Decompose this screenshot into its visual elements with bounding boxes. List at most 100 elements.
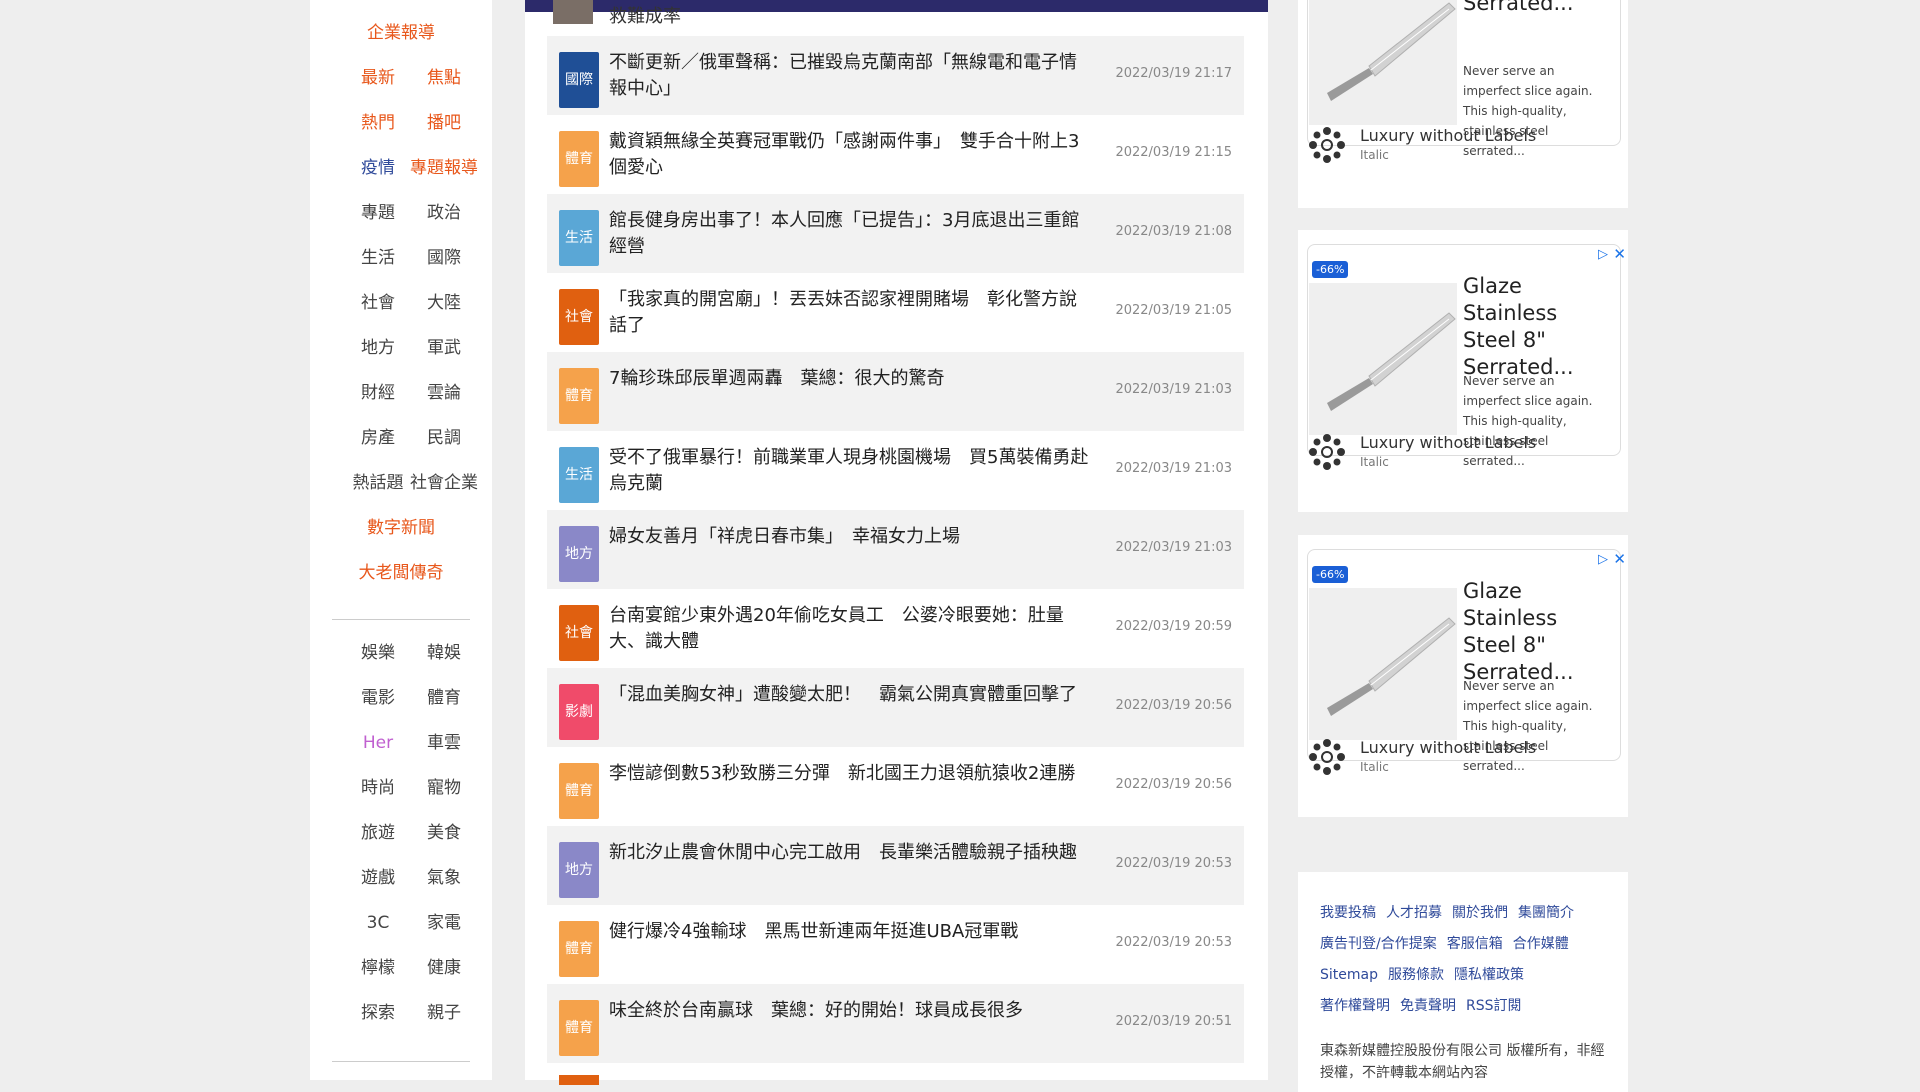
nav-link[interactable]: 氣象 — [406, 863, 482, 893]
nav-link[interactable]: 國際 — [406, 243, 482, 273]
news-row[interactable]: 生活 受不了俄軍暴行！前職業軍人現身桃園機場 買5萬裝備勇赴烏克蘭 2022/03/… — [547, 431, 1244, 510]
news-title-link[interactable]: 健行爆冷4強輸球 黑馬世新連兩年挺進UBA冠軍戰 — [609, 919, 1089, 945]
ad-title[interactable]: Glaze Stainless Steel 8" Serrated... — [1463, 578, 1613, 686]
news-row[interactable]: 體育 7輪珍珠邱辰單週兩轟 葉總：很大的驚奇 2022/03/19 21:03 — [547, 352, 1244, 431]
nav-link[interactable]: 寵物 — [406, 773, 482, 803]
nav-link[interactable]: 播吧 — [406, 108, 482, 138]
nav-link[interactable]: 專題報導 — [406, 153, 482, 183]
nav-link[interactable]: 遊戲 — [350, 863, 406, 893]
brand-logo[interactable] — [1307, 432, 1347, 472]
footer-link[interactable]: 集團簡介 — [1518, 898, 1574, 929]
nav-link[interactable]: 專題 — [350, 198, 406, 228]
ad-brand[interactable]: Luxury without Labels — [1360, 126, 1536, 145]
adchoices-icon[interactable]: ▷ — [1598, 247, 1608, 262]
category-badge[interactable]: 生活 — [559, 447, 599, 503]
nav-link[interactable]: 熱話題 — [350, 468, 406, 498]
news-title-link[interactable]: 婦女友善月「祥虎日春市集」 幸福女力上場 — [609, 524, 1089, 550]
news-row[interactable]: 體育 李愷諺倒數53秒致勝三分彈 新北國王力退領航猿收2連勝 2022/03/19 … — [547, 747, 1244, 826]
nav-link[interactable]: 電影 — [350, 683, 406, 713]
news-row[interactable]: 社會 「我家真的開宮廟」！丟丟妹否認家裡開賭場 彰化警方說話了 2022/03/19… — [547, 273, 1244, 352]
nav-link[interactable]: 大陸 — [406, 288, 482, 318]
nav-link[interactable]: 生活 — [350, 243, 406, 273]
footer-link[interactable]: RSS訂閱 — [1466, 991, 1522, 1022]
category-badge[interactable]: 社會 — [559, 605, 599, 661]
category-badge[interactable]: 體育 — [559, 368, 599, 424]
nav-link[interactable]: 軍武 — [406, 333, 482, 363]
news-title-link[interactable]: 受不了俄軍暴行！前職業軍人現身桃園機場 買5萬裝備勇赴烏克蘭 — [609, 445, 1089, 497]
nav-link[interactable]: 焦點 — [406, 63, 482, 93]
ad-card[interactable]: ▷ ✕ -66% Glaze Stainless Steel 8" Serrated.… — [1298, 535, 1628, 817]
news-title-link[interactable]: 「我家真的開宮廟」！丟丟妹否認家裡開賭場 彰化警方說話了 — [609, 287, 1089, 339]
nav-link[interactable]: 旅遊 — [350, 818, 406, 848]
nav-link[interactable]: 3C — [350, 908, 406, 938]
footer-link[interactable]: 我要投稿 — [1320, 898, 1376, 929]
ad-brand[interactable]: Luxury without Labels — [1360, 433, 1536, 452]
category-badge[interactable]: 體育 — [559, 763, 599, 819]
ad-title[interactable]: Steel 8" Serrated... — [1463, 0, 1613, 17]
footer-link[interactable]: 關於我們 — [1452, 898, 1508, 929]
nav-link[interactable]: 熱門 — [350, 108, 406, 138]
ad-card[interactable]: Steel 8" Serrated... Never serve an imper… — [1298, 0, 1628, 208]
nav-link[interactable]: 大老闆傳奇 — [310, 558, 492, 588]
brand-logo[interactable] — [1307, 737, 1347, 777]
news-title-link[interactable]: 館長健身房出事了！本人回應「已提告」：3月底退出三重館經營 — [609, 208, 1089, 260]
footer-link[interactable]: 人才招募 — [1386, 898, 1442, 929]
nav-link[interactable]: 最新 — [350, 63, 406, 93]
nav-link[interactable]: 政治 — [406, 198, 482, 228]
nav-link[interactable]: 體育 — [406, 683, 482, 713]
ad-creative[interactable]: Steel 8" Serrated... Never serve an imper… — [1307, 0, 1621, 158]
news-title-link[interactable]: 不斷更新／俄軍聲稱：已摧毀烏克蘭南部「無線電和電子情報中心」 — [609, 50, 1089, 102]
nav-link[interactable]: 企業報導 — [310, 18, 492, 48]
footer-link[interactable]: 免責聲明 — [1400, 991, 1456, 1022]
ad-title[interactable]: Glaze Stainless Steel 8" Serrated... — [1463, 273, 1613, 381]
nav-link[interactable]: 社會企業 — [406, 468, 482, 498]
nav-link[interactable]: 地方 — [350, 333, 406, 363]
ad-card[interactable]: ▷ ✕ -66% Glaze Stainless Steel 8" Serrated.… — [1298, 230, 1628, 512]
nav-link[interactable]: 家電 — [406, 908, 482, 938]
nav-link[interactable]: 房產 — [350, 423, 406, 453]
close-icon[interactable]: ✕ — [1613, 550, 1626, 568]
news-row[interactable]: 國際 不斷更新／俄軍聲稱：已摧毀烏克蘭南部「無線電和電子情報中心」 2022/03/… — [547, 36, 1244, 115]
category-badge[interactable]: 國際 — [559, 52, 599, 108]
category-badge[interactable]: 地方 — [559, 842, 599, 898]
ad-creative[interactable]: ▷ ✕ -66% Glaze Stainless Steel 8" Serrated.… — [1307, 549, 1626, 773]
nav-link[interactable]: 檸檬 — [350, 953, 406, 983]
nav-link[interactable]: 疫情 — [350, 153, 406, 183]
nav-link[interactable]: 雲論 — [406, 378, 482, 408]
news-row[interactable]: 社會 台南宴館少東外遇20年偷吃女員工 公婆冷眼要她：肚量大、識大體 2022/03… — [547, 589, 1244, 668]
news-row[interactable]: 地方 新北汐止農會休閒中心完工啟用 長輩樂活體驗親子插秧趣 2022/03/19 2… — [547, 826, 1244, 905]
footer-link[interactable]: 廣告刊登/合作提案 — [1320, 929, 1437, 960]
nav-link[interactable]: 親子 — [406, 998, 482, 1028]
close-icon[interactable]: ✕ — [1613, 245, 1626, 263]
footer-link[interactable]: 服務條款 — [1388, 960, 1444, 991]
footer-link[interactable]: Sitemap — [1320, 960, 1378, 991]
category-badge[interactable]: 生活 — [559, 210, 599, 266]
category-badge[interactable]: 體育 — [559, 921, 599, 977]
nav-link[interactable]: 車雲 — [406, 728, 482, 758]
ad-creative[interactable]: ▷ ✕ -66% Glaze Stainless Steel 8" Serrated.… — [1307, 244, 1626, 468]
category-badge[interactable]: 地方 — [559, 526, 599, 582]
product-image[interactable] — [1309, 0, 1457, 125]
category-badge[interactable]: 社會 — [559, 289, 599, 345]
nav-link[interactable]: Her — [350, 728, 406, 758]
news-title-partial[interactable]: 救難成率 — [609, 2, 681, 28]
news-row[interactable]: 體育 味全終於台南贏球 葉總：好的開始！球員成長很多 2022/03/19 20:5… — [547, 984, 1244, 1063]
nav-link[interactable]: 美食 — [406, 818, 482, 848]
footer-link[interactable]: 隱私權政策 — [1454, 960, 1524, 991]
news-row[interactable]: 體育 健行爆冷4強輸球 黑馬世新連兩年挺進UBA冠軍戰 2022/03/19 20:… — [547, 905, 1244, 984]
news-row[interactable]: 地方 婦女友善月「祥虎日春市集」 幸福女力上場 2022/03/19 21:03 — [547, 510, 1244, 589]
nav-link[interactable]: 民調 — [406, 423, 482, 453]
nav-link[interactable]: 財經 — [350, 378, 406, 408]
footer-link[interactable]: 客服信箱 — [1447, 929, 1503, 960]
nav-link[interactable]: 娛樂 — [350, 638, 406, 668]
nav-link[interactable]: 韓娛 — [406, 638, 482, 668]
news-title-link[interactable]: 「混血美胸女神」遭酸變太肥！ 霸氣公開真實體重回擊了 — [609, 682, 1089, 708]
footer-link[interactable]: 合作媒體 — [1513, 929, 1569, 960]
news-title-link[interactable]: 戴資穎無緣全英賽冠軍戰仍「感謝兩件事」 雙手合十附上3個愛心 — [609, 129, 1089, 181]
nav-link[interactable]: 時尚 — [350, 773, 406, 803]
nav-link[interactable]: 探索 — [350, 998, 406, 1028]
news-row[interactable]: 影劇 「混血美胸女神」遭酸變太肥！ 霸氣公開真實體重回擊了 2022/03/19 2… — [547, 668, 1244, 747]
category-badge[interactable]: 影劇 — [559, 684, 599, 740]
nav-link[interactable]: 健康 — [406, 953, 482, 983]
category-badge[interactable]: 體育 — [559, 1000, 599, 1056]
